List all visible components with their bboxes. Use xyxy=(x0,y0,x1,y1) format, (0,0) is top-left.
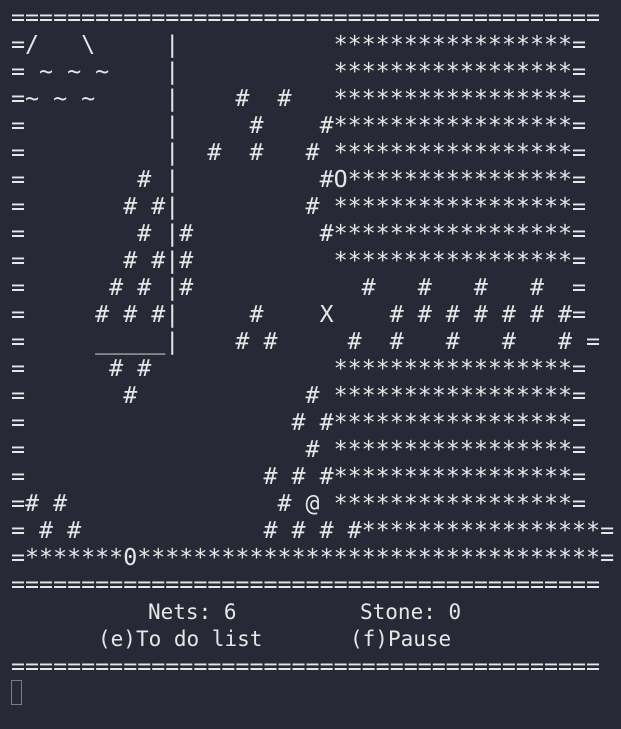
map-row: ========================================… xyxy=(11,4,601,31)
map-row: = # *****************= xyxy=(11,436,587,463)
map-row: ========================================… xyxy=(11,571,601,598)
nets-counter: Nets: 6 xyxy=(148,599,237,626)
map-row: = ~ ~ ~ | *****************= xyxy=(11,58,587,85)
map-row: =# # # @ *****************= xyxy=(11,490,587,517)
stone-label: Stone: xyxy=(360,600,436,624)
map-row: = # #|# *****************= xyxy=(11,247,587,274)
map-row: = | # #*****************= xyxy=(11,112,587,139)
nets-value: 6 xyxy=(223,600,237,624)
stone-counter: Stone: 0 xyxy=(360,599,461,626)
map-row: = | # # # *****************= xyxy=(11,139,587,166)
map-row: =*******0*******************************… xyxy=(11,544,615,571)
pause-option[interactable]: (f)Pause xyxy=(350,626,451,653)
map-row: = # | #O****************= xyxy=(11,166,587,193)
pause-label: Pause xyxy=(387,627,452,651)
bottom-rule: ========================================… xyxy=(11,653,601,680)
map-row: = _____| # # # # # # # = xyxy=(11,328,601,355)
map-row: = # #*****************= xyxy=(11,409,587,436)
todo-key: (e) xyxy=(98,627,136,651)
map-row: = # # #*****************= xyxy=(11,463,587,490)
stone-value: 0 xyxy=(448,600,462,624)
pause-key: (f) xyxy=(350,627,388,651)
map-row: = # # *****************= xyxy=(11,355,587,382)
todo-label: To do list xyxy=(135,627,263,651)
terminal-window: ========================================… xyxy=(0,0,621,729)
map-row: = # # |# # # # # = xyxy=(11,274,587,301)
map-row: = # # #| # X # # # # # # #= xyxy=(11,301,587,328)
nets-label: Nets: xyxy=(148,600,212,624)
todo-list-option[interactable]: (e)To do list xyxy=(98,626,262,653)
map-row: = # #| # *****************= xyxy=(11,193,587,220)
input-cursor[interactable] xyxy=(11,680,22,705)
map-row: =/ \ | *****************= xyxy=(11,31,587,58)
map-row: = # # *****************= xyxy=(11,382,587,409)
map-row: = # # # # # #*****************= xyxy=(11,517,615,544)
map-row: = # |# #*****************= xyxy=(11,220,587,247)
map-row: =~ ~ ~ | # # *****************= xyxy=(11,85,587,112)
